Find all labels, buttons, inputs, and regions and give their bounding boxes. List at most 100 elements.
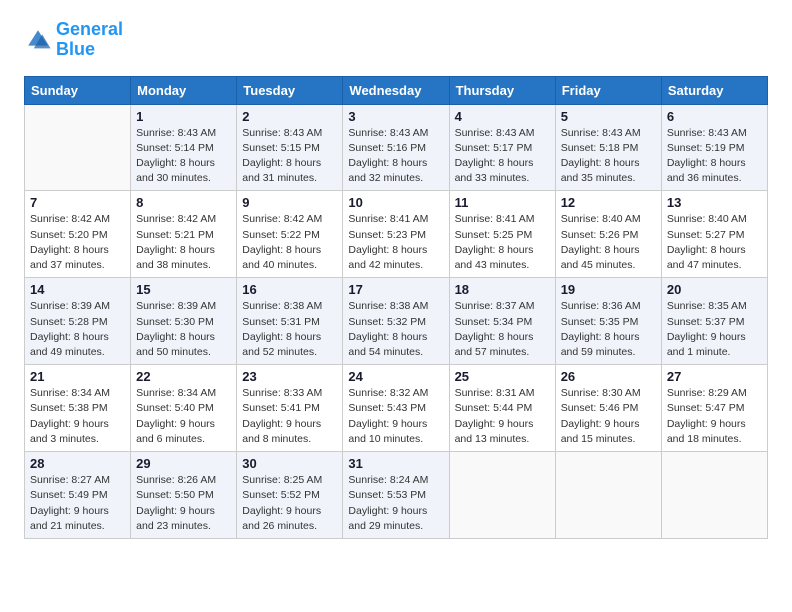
day-detail: Sunrise: 8:43 AM Sunset: 5:19 PM Dayligh… — [667, 126, 762, 187]
day-detail: Sunrise: 8:34 AM Sunset: 5:40 PM Dayligh… — [136, 386, 231, 447]
day-detail: Sunrise: 8:30 AM Sunset: 5:46 PM Dayligh… — [561, 386, 656, 447]
logo: General Blue — [24, 20, 123, 60]
column-header-friday: Friday — [555, 76, 661, 104]
day-number: 28 — [30, 456, 125, 471]
column-header-wednesday: Wednesday — [343, 76, 449, 104]
calendar-cell: 29 Sunrise: 8:26 AM Sunset: 5:50 PM Dayli… — [131, 452, 237, 539]
day-number: 21 — [30, 369, 125, 384]
calendar-cell: 22 Sunrise: 8:34 AM Sunset: 5:40 PM Dayli… — [131, 365, 237, 452]
day-number: 29 — [136, 456, 231, 471]
day-detail: Sunrise: 8:32 AM Sunset: 5:43 PM Dayligh… — [348, 386, 443, 447]
calendar-cell — [555, 452, 661, 539]
calendar-cell: 4 Sunrise: 8:43 AM Sunset: 5:17 PM Daylig… — [449, 104, 555, 191]
day-detail: Sunrise: 8:36 AM Sunset: 5:35 PM Dayligh… — [561, 299, 656, 360]
day-number: 24 — [348, 369, 443, 384]
day-number: 22 — [136, 369, 231, 384]
calendar-cell: 25 Sunrise: 8:31 AM Sunset: 5:44 PM Dayli… — [449, 365, 555, 452]
day-number: 11 — [455, 195, 550, 210]
column-header-sunday: Sunday — [25, 76, 131, 104]
calendar-cell: 28 Sunrise: 8:27 AM Sunset: 5:49 PM Dayli… — [25, 452, 131, 539]
calendar-week-2: 7 Sunrise: 8:42 AM Sunset: 5:20 PM Daylig… — [25, 191, 768, 278]
calendar-cell: 19 Sunrise: 8:36 AM Sunset: 5:35 PM Dayli… — [555, 278, 661, 365]
calendar-cell — [449, 452, 555, 539]
calendar-cell: 31Sunrise: 8:24 AM Sunset: 5:53 PM Dayli… — [343, 452, 449, 539]
day-detail: Sunrise: 8:35 AM Sunset: 5:37 PM Dayligh… — [667, 299, 762, 360]
day-number: 15 — [136, 282, 231, 297]
calendar-cell: 21 Sunrise: 8:34 AM Sunset: 5:38 PM Dayli… — [25, 365, 131, 452]
day-detail: Sunrise: 8:26 AM Sunset: 5:50 PM Dayligh… — [136, 473, 231, 534]
day-number: 4 — [455, 109, 550, 124]
day-detail: Sunrise: 8:39 AM Sunset: 5:30 PM Dayligh… — [136, 299, 231, 360]
calendar-cell: 26Sunrise: 8:30 AM Sunset: 5:46 PM Dayli… — [555, 365, 661, 452]
day-number: 10 — [348, 195, 443, 210]
calendar-cell: 9 Sunrise: 8:42 AM Sunset: 5:22 PM Daylig… — [237, 191, 343, 278]
column-header-monday: Monday — [131, 76, 237, 104]
logo-icon — [24, 26, 52, 54]
column-header-thursday: Thursday — [449, 76, 555, 104]
column-header-tuesday: Tuesday — [237, 76, 343, 104]
column-headers: SundayMondayTuesdayWednesdayThursdayFrid… — [25, 76, 768, 104]
day-detail: Sunrise: 8:43 AM Sunset: 5:14 PM Dayligh… — [136, 126, 231, 187]
day-detail: Sunrise: 8:41 AM Sunset: 5:23 PM Dayligh… — [348, 212, 443, 273]
calendar-cell: 2 Sunrise: 8:43 AM Sunset: 5:15 PM Daylig… — [237, 104, 343, 191]
column-header-saturday: Saturday — [661, 76, 767, 104]
calendar-cell: 24 Sunrise: 8:32 AM Sunset: 5:43 PM Dayli… — [343, 365, 449, 452]
calendar-cell — [661, 452, 767, 539]
day-number: 9 — [242, 195, 337, 210]
calendar-week-5: 28 Sunrise: 8:27 AM Sunset: 5:49 PM Dayli… — [25, 452, 768, 539]
day-number: 1 — [136, 109, 231, 124]
calendar-cell: 27 Sunrise: 8:29 AM Sunset: 5:47 PM Dayli… — [661, 365, 767, 452]
logo-text: General Blue — [56, 20, 123, 60]
day-number: 27 — [667, 369, 762, 384]
day-number: 13 — [667, 195, 762, 210]
day-number: 8 — [136, 195, 231, 210]
day-detail: Sunrise: 8:39 AM Sunset: 5:28 PM Dayligh… — [30, 299, 125, 360]
calendar-cell: 30Sunrise: 8:25 AM Sunset: 5:52 PM Dayli… — [237, 452, 343, 539]
day-number: 16 — [242, 282, 337, 297]
day-detail: Sunrise: 8:42 AM Sunset: 5:20 PM Dayligh… — [30, 212, 125, 273]
day-number: 6 — [667, 109, 762, 124]
day-detail: Sunrise: 8:33 AM Sunset: 5:41 PM Dayligh… — [242, 386, 337, 447]
day-detail: Sunrise: 8:29 AM Sunset: 5:47 PM Dayligh… — [667, 386, 762, 447]
day-number: 5 — [561, 109, 656, 124]
calendar-cell: 12 Sunrise: 8:40 AM Sunset: 5:26 PM Dayli… — [555, 191, 661, 278]
day-detail: Sunrise: 8:34 AM Sunset: 5:38 PM Dayligh… — [30, 386, 125, 447]
day-number: 18 — [455, 282, 550, 297]
day-number: 7 — [30, 195, 125, 210]
day-detail: Sunrise: 8:40 AM Sunset: 5:26 PM Dayligh… — [561, 212, 656, 273]
day-detail: Sunrise: 8:43 AM Sunset: 5:15 PM Dayligh… — [242, 126, 337, 187]
day-detail: Sunrise: 8:42 AM Sunset: 5:21 PM Dayligh… — [136, 212, 231, 273]
calendar-week-1: 1 Sunrise: 8:43 AM Sunset: 5:14 PM Daylig… — [25, 104, 768, 191]
day-detail: Sunrise: 8:42 AM Sunset: 5:22 PM Dayligh… — [242, 212, 337, 273]
header: General Blue — [24, 20, 768, 60]
calendar-cell: 18 Sunrise: 8:37 AM Sunset: 5:34 PM Dayli… — [449, 278, 555, 365]
day-detail: Sunrise: 8:27 AM Sunset: 5:49 PM Dayligh… — [30, 473, 125, 534]
calendar-table: SundayMondayTuesdayWednesdayThursdayFrid… — [24, 76, 768, 539]
day-number: 30 — [242, 456, 337, 471]
calendar-cell — [25, 104, 131, 191]
day-detail: Sunrise: 8:41 AM Sunset: 5:25 PM Dayligh… — [455, 212, 550, 273]
calendar-cell: 16 Sunrise: 8:38 AM Sunset: 5:31 PM Dayli… — [237, 278, 343, 365]
day-detail: Sunrise: 8:31 AM Sunset: 5:44 PM Dayligh… — [455, 386, 550, 447]
calendar-body: 1 Sunrise: 8:43 AM Sunset: 5:14 PM Daylig… — [25, 104, 768, 538]
day-number: 23 — [242, 369, 337, 384]
calendar-cell: 1 Sunrise: 8:43 AM Sunset: 5:14 PM Daylig… — [131, 104, 237, 191]
calendar-cell: 11 Sunrise: 8:41 AM Sunset: 5:25 PM Dayli… — [449, 191, 555, 278]
calendar-cell: 6 Sunrise: 8:43 AM Sunset: 5:19 PM Daylig… — [661, 104, 767, 191]
calendar-cell: 20 Sunrise: 8:35 AM Sunset: 5:37 PM Dayli… — [661, 278, 767, 365]
day-number: 25 — [455, 369, 550, 384]
calendar-week-3: 14 Sunrise: 8:39 AM Sunset: 5:28 PM Dayli… — [25, 278, 768, 365]
day-number: 12 — [561, 195, 656, 210]
day-detail: Sunrise: 8:43 AM Sunset: 5:16 PM Dayligh… — [348, 126, 443, 187]
day-number: 19 — [561, 282, 656, 297]
calendar-cell: 5Sunrise: 8:43 AM Sunset: 5:18 PM Daylig… — [555, 104, 661, 191]
calendar-cell: 7 Sunrise: 8:42 AM Sunset: 5:20 PM Daylig… — [25, 191, 131, 278]
day-detail: Sunrise: 8:37 AM Sunset: 5:34 PM Dayligh… — [455, 299, 550, 360]
day-detail: Sunrise: 8:43 AM Sunset: 5:17 PM Dayligh… — [455, 126, 550, 187]
day-number: 20 — [667, 282, 762, 297]
day-number: 14 — [30, 282, 125, 297]
day-detail: Sunrise: 8:38 AM Sunset: 5:31 PM Dayligh… — [242, 299, 337, 360]
day-number: 2 — [242, 109, 337, 124]
day-detail: Sunrise: 8:40 AM Sunset: 5:27 PM Dayligh… — [667, 212, 762, 273]
day-number: 17 — [348, 282, 443, 297]
